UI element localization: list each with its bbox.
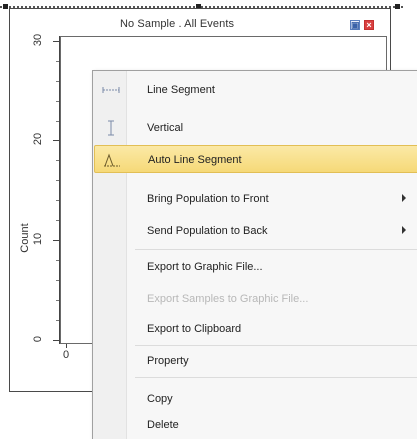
y-tick-label: 0 — [32, 335, 44, 343]
menu-item-label: Send Population to Back — [147, 225, 268, 237]
resize-handle-top-left[interactable] — [3, 4, 8, 9]
menu-item-label: Copy — [147, 393, 173, 405]
submenu-arrow-icon — [402, 194, 406, 202]
close-icon: × — [366, 20, 372, 30]
y-major-tick — [53, 140, 59, 141]
vertical-icon — [102, 120, 120, 136]
app-stage: No Sample . All Events ▣ × 30 20 10 0 Co… — [0, 0, 417, 439]
y-axis-line — [59, 36, 60, 344]
auto-line-segment-icon — [103, 152, 121, 168]
menu-item-export-to-clipboard[interactable]: Export to Clipboard — [94, 315, 417, 343]
restore-icon: ▣ — [351, 20, 360, 30]
y-tick-label: 10 — [32, 232, 44, 246]
menu-separator — [135, 377, 417, 378]
line-segment-icon — [102, 82, 120, 98]
x-tick-label: 0 — [63, 349, 70, 361]
y-tick-label: 20 — [32, 132, 44, 146]
y-minor-tick — [56, 61, 59, 62]
menu-item-export-to-graphic-file[interactable]: Export to Graphic File... — [94, 253, 417, 281]
y-major-tick — [53, 41, 59, 42]
y-minor-tick — [56, 200, 59, 201]
menu-item-label: Export to Clipboard — [147, 323, 242, 335]
y-minor-tick — [56, 320, 59, 321]
menu-item-label: Delete — [147, 419, 179, 431]
y-minor-tick — [56, 81, 59, 82]
plot-title: No Sample . All Events — [120, 18, 235, 30]
y-major-tick — [53, 240, 59, 241]
context-menu: Line Segment Vertical Auto Line Segment — [92, 70, 417, 439]
y-minor-tick — [56, 220, 59, 221]
menu-item-bring-population-to-front[interactable]: Bring Population to Front — [94, 185, 417, 213]
y-major-tick — [53, 340, 59, 341]
submenu-arrow-icon — [402, 226, 406, 234]
y-minor-tick — [56, 260, 59, 261]
menu-item-send-population-to-back[interactable]: Send Population to Back — [94, 217, 417, 245]
menu-item-label: Vertical — [147, 122, 184, 134]
menu-item-line-segment[interactable]: Line Segment — [94, 76, 417, 104]
close-button[interactable]: × — [364, 20, 374, 30]
restore-button[interactable]: ▣ — [350, 20, 360, 30]
menu-item-label: Bring Population to Front — [147, 193, 269, 205]
y-minor-tick — [56, 160, 59, 161]
menu-item-vertical[interactable]: Vertical — [94, 114, 417, 142]
y-tick-label: 30 — [32, 33, 44, 47]
menu-item-label: Export Samples to Graphic File... — [147, 293, 309, 305]
menu-item-delete[interactable]: Delete — [94, 411, 417, 439]
x-major-tick — [66, 344, 67, 348]
menu-item-auto-line-segment[interactable]: Auto Line Segment — [94, 145, 417, 173]
y-minor-tick — [56, 101, 59, 102]
menu-item-export-samples-to-graphic-file: Export Samples to Graphic File... — [94, 285, 417, 313]
menu-item-label: Auto Line Segment — [148, 154, 242, 166]
menu-separator — [135, 345, 417, 346]
resize-handle-top-right[interactable] — [395, 4, 400, 9]
menu-item-label: Line Segment — [147, 84, 215, 96]
menu-item-copy[interactable]: Copy — [94, 385, 417, 413]
y-axis-title: Count — [19, 223, 31, 253]
y-minor-tick — [56, 280, 59, 281]
menu-separator — [135, 249, 417, 250]
menu-item-label: Export to Graphic File... — [147, 261, 263, 273]
menu-item-label: Property — [147, 355, 189, 367]
y-minor-tick — [56, 300, 59, 301]
y-minor-tick — [56, 121, 59, 122]
menu-item-property[interactable]: Property — [94, 347, 417, 375]
y-minor-tick — [56, 180, 59, 181]
